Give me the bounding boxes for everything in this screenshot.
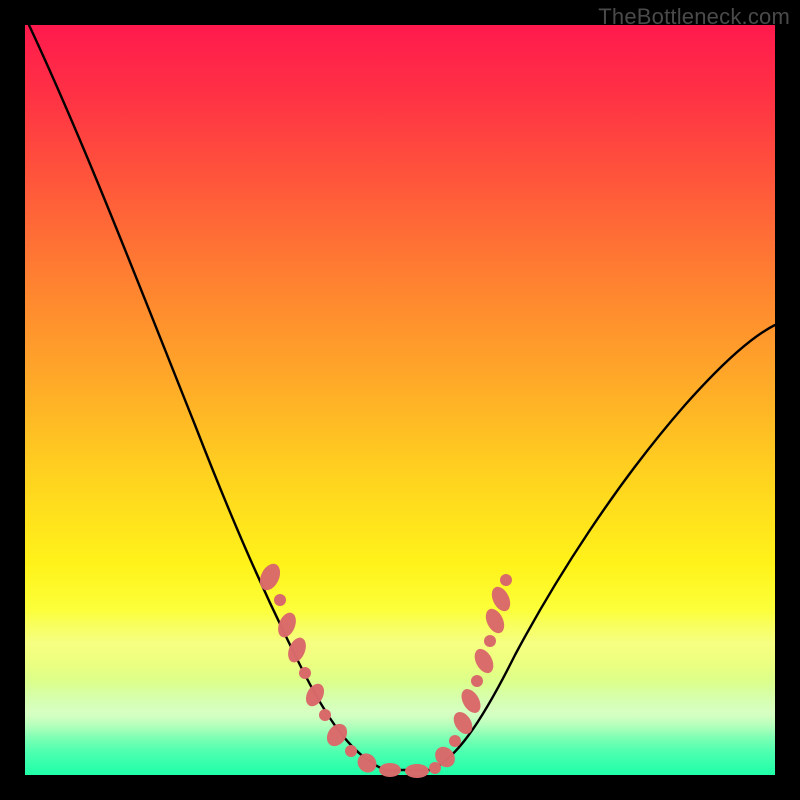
- watermark-text: TheBottleneck.com: [598, 4, 790, 30]
- marker-cluster-right: [431, 574, 514, 771]
- plot-area: [25, 25, 775, 775]
- bottleneck-curve: [29, 25, 775, 770]
- chart-frame: TheBottleneck.com: [0, 0, 800, 800]
- curve-layer: [25, 25, 775, 775]
- marker-cluster-bottom: [379, 762, 441, 778]
- marker-cluster-left: [256, 561, 380, 777]
